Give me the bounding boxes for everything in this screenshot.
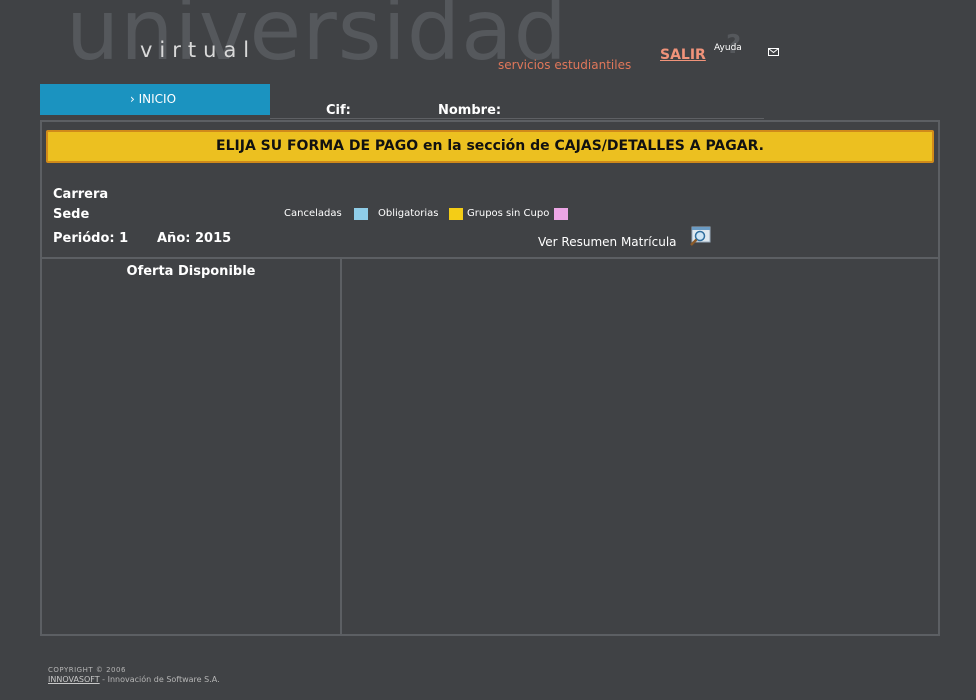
logo-subtitle: servicios estudiantiles <box>498 58 632 72</box>
panel-divider-horizontal <box>42 257 938 259</box>
legend-obligatorias-label: Obligatorias <box>378 208 439 219</box>
logo-virtual: virtual <box>140 38 257 62</box>
company-description: - Innovación de Software S.A. <box>99 675 220 684</box>
nombre-label: Nombre: <box>438 103 502 118</box>
copyright-text: COPYRIGHT © 2006 <box>48 666 126 674</box>
payment-banner: ELIJA SU FORMA DE PAGO en la sección de … <box>46 130 934 163</box>
header-divider <box>270 118 764 119</box>
legend-canceladas-label: Canceladas <box>284 208 342 219</box>
cif-label: Cif: <box>326 103 351 118</box>
periodo-label: Periódo: 1 <box>53 231 129 246</box>
magnifier-document-icon[interactable] <box>688 226 712 246</box>
mail-icon[interactable] <box>768 47 779 57</box>
anio-label: Año: 2015 <box>157 231 232 246</box>
oferta-disponible-title: Oferta Disponible <box>126 264 256 279</box>
ver-resumen-matricula-link[interactable]: Ver Resumen Matrícula <box>538 235 677 249</box>
legend-canceladas-swatch <box>354 208 368 220</box>
legend-obligatorias-swatch <box>449 208 463 220</box>
footer-company: INNOVASOFT - Innovación de Software S.A. <box>48 675 220 684</box>
main-frame <box>40 120 940 636</box>
carrera-label: Carrera <box>53 187 109 202</box>
ayuda-link[interactable]: Ayuda <box>714 43 742 53</box>
salir-link[interactable]: SALIR <box>660 47 706 63</box>
nav-inicio[interactable]: › INICIO <box>40 84 270 115</box>
legend-grupos-sin-cupo-label: Grupos sin Cupo <box>467 208 550 219</box>
innovasoft-link[interactable]: INNOVASOFT <box>48 675 100 684</box>
sede-label: Sede <box>53 207 90 222</box>
panel-divider-vertical <box>340 259 342 634</box>
legend-grupos-sin-cupo-swatch <box>554 208 568 220</box>
